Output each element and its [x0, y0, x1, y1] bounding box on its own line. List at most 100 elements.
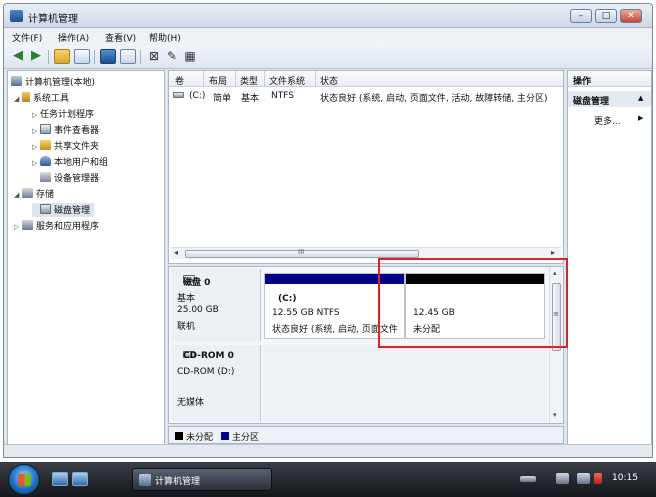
disk-0-state: 联机 [177, 322, 196, 332]
scroll-down-arrow-icon[interactable]: ▾ [553, 411, 557, 419]
partition-unallocated[interactable]: 12.45 GB 未分配 [405, 273, 545, 339]
column-divider[interactable] [315, 71, 316, 87]
actions-section-disk-management[interactable]: 磁盘管理 ▲ [568, 91, 651, 107]
expand-icon[interactable]: ◢ [14, 95, 22, 103]
security-alert-icon[interactable] [594, 473, 602, 484]
tree-item-disk-management[interactable]: 磁盘管理 [32, 203, 95, 217]
scrollbar-grip: III [298, 248, 305, 256]
tree-item-device-manager[interactable]: 设备管理器 [32, 171, 99, 185]
tree-item-event-viewer[interactable]: ▷ 事件查看器 [32, 123, 99, 137]
vertical-scrollbar[interactable]: ▴ ≡ ▾ [549, 267, 563, 423]
tree-item-shared-folders[interactable]: ▷ 共享文件夹 [32, 139, 99, 153]
computer-management-window: 计算机管理 – □ ✕ 文件(F) 操作(A) 查看(V) 帮助(H) ◀ ▶ … [3, 3, 653, 458]
status-bar [4, 444, 652, 457]
clock[interactable]: 10:15 [612, 473, 638, 483]
expand-icon[interactable]: ▷ [32, 127, 40, 135]
help-icon[interactable] [100, 49, 116, 64]
console-view-icon[interactable] [120, 49, 136, 64]
refresh-icon[interactable]: ▦ [182, 49, 198, 64]
horizontal-scrollbar[interactable]: ◂ III ▸ [171, 247, 561, 259]
computer-management-icon [11, 76, 22, 86]
expand-icon[interactable]: ▷ [32, 143, 40, 151]
disk-0-label[interactable]: 磁盘 0 基本 25.00 GB 联机 [171, 269, 261, 341]
expand-icon[interactable]: ◢ [14, 191, 22, 199]
tree-item-local-users[interactable]: ▷ 本地用户和组 [32, 155, 108, 169]
menu-file[interactable]: 文件(F) [12, 31, 42, 44]
switch-windows-icon[interactable] [72, 472, 88, 486]
tree-item-task-scheduler[interactable]: ▷ 任务计划程序 [32, 107, 652, 128]
show-hide-tree-icon[interactable] [74, 49, 90, 64]
table-row[interactable]: (C:) 简单 基本 NTFS 状态良好 (系统, 启动, 页面文件, 活动, … [169, 90, 563, 104]
scroll-up-arrow-icon[interactable]: ▴ [553, 269, 557, 277]
title-bar[interactable]: 计算机管理 – □ ✕ [4, 4, 652, 28]
tree-item-label: 服务和应用程序 [36, 222, 100, 232]
tree-item-computer-management[interactable]: 计算机管理(本地) [11, 75, 95, 89]
tree-item-services[interactable]: ▷ 服务和应用程序 [14, 219, 99, 233]
volume-list: 卷 布局 类型 文件系统 状态 (C:) 简单 基本 NTFS 状态良好 (系统… [168, 70, 564, 264]
action-more[interactable]: 更多... ▶ [568, 111, 651, 127]
disk-management-icon [40, 204, 51, 214]
toolbar-separator [140, 50, 141, 64]
toolbar-separator [48, 50, 49, 64]
partition-label: (C:) [278, 294, 297, 304]
collapse-arrow-icon[interactable]: ▲ [638, 94, 643, 102]
column-header-filesystem[interactable]: 文件系统 [269, 74, 305, 87]
menu-action[interactable]: 操作(A) [58, 31, 89, 44]
forward-arrow-icon[interactable]: ▶ [28, 49, 44, 64]
taskbar-item-computer-management[interactable]: 计算机管理 [132, 468, 272, 491]
status-cell: 状态良好 (系统, 启动, 页面文件, 活动, 故障转储, 主分区) [320, 94, 548, 104]
column-header-type[interactable]: 类型 [240, 74, 258, 87]
partition-c[interactable]: (C:) 12.55 GB NTFS 状态良好 (系统, 启动, 页面文件 [264, 273, 405, 339]
column-header-volume[interactable]: 卷 [175, 74, 184, 87]
tree-item-system-tools[interactable]: ◢ 系统工具 [14, 91, 69, 105]
up-folder-icon[interactable] [54, 49, 70, 64]
partition-size: 12.45 GB [413, 308, 455, 318]
column-divider[interactable] [235, 71, 236, 87]
tree-item-label: 系统工具 [33, 94, 70, 104]
close-button[interactable]: ✕ [620, 9, 642, 23]
menu-view[interactable]: 查看(V) [105, 31, 136, 44]
partition-bar [406, 274, 544, 284]
expand-icon[interactable]: ▷ [14, 223, 22, 231]
column-header-layout[interactable]: 布局 [209, 74, 227, 87]
disk-0-type: 基本 [177, 294, 196, 304]
expand-icon[interactable]: ▷ [32, 159, 40, 167]
event-viewer-icon [40, 124, 51, 134]
export-list-icon[interactable]: ⊠ [146, 49, 162, 64]
network-icon[interactable] [556, 473, 569, 484]
tree-item-storage[interactable]: ◢ 存储 [14, 187, 54, 201]
partition-status: 未分配 [413, 325, 441, 335]
menu-help[interactable]: 帮助(H) [149, 31, 181, 44]
volume-icon[interactable] [577, 473, 590, 484]
minimize-button[interactable]: – [570, 9, 592, 23]
scrollbar-thumb[interactable]: ≡ [552, 283, 561, 351]
show-desktop-icon[interactable] [52, 472, 68, 486]
properties-icon[interactable]: ✎ [164, 49, 180, 64]
storage-icon [22, 188, 33, 198]
partition-size: 12.55 GB NTFS [272, 308, 340, 318]
cdrom-0-type: CD-ROM (D:) [177, 367, 235, 377]
volume-cell: (C:) [189, 91, 206, 101]
column-header-status[interactable]: 状态 [320, 74, 338, 87]
scroll-right-arrow-icon[interactable]: ▸ [551, 248, 555, 257]
taskbar: 计算机管理 10:15 [0, 462, 656, 497]
keyboard-icon[interactable] [520, 476, 536, 482]
cdrom-0-area[interactable] [263, 345, 547, 421]
scrollbar-thumb[interactable]: III [185, 248, 419, 258]
maximize-button[interactable]: □ [595, 9, 617, 23]
column-divider[interactable] [203, 71, 204, 87]
start-button[interactable] [8, 464, 40, 495]
column-divider[interactable] [264, 71, 265, 87]
tree-item-label: 存储 [36, 190, 55, 200]
scrollbar-grip: ≡ [553, 310, 559, 318]
scroll-left-arrow-icon[interactable]: ◂ [174, 248, 178, 257]
back-arrow-icon[interactable]: ◀ [10, 49, 26, 64]
cdrom-0-label[interactable]: CD-ROM 0 CD-ROM (D:) 无媒体 [171, 345, 261, 421]
legend-swatch-unallocated [175, 432, 183, 440]
submenu-arrow-icon: ▶ [638, 114, 644, 122]
menu-bar: 文件(F) 操作(A) 查看(V) 帮助(H) [4, 28, 652, 45]
disk-0-size: 25.00 GB [177, 305, 219, 315]
tree-item-label: 任务计划程序 [40, 110, 95, 120]
expand-icon[interactable]: ▷ [32, 111, 40, 119]
shared-folders-icon [40, 140, 51, 150]
